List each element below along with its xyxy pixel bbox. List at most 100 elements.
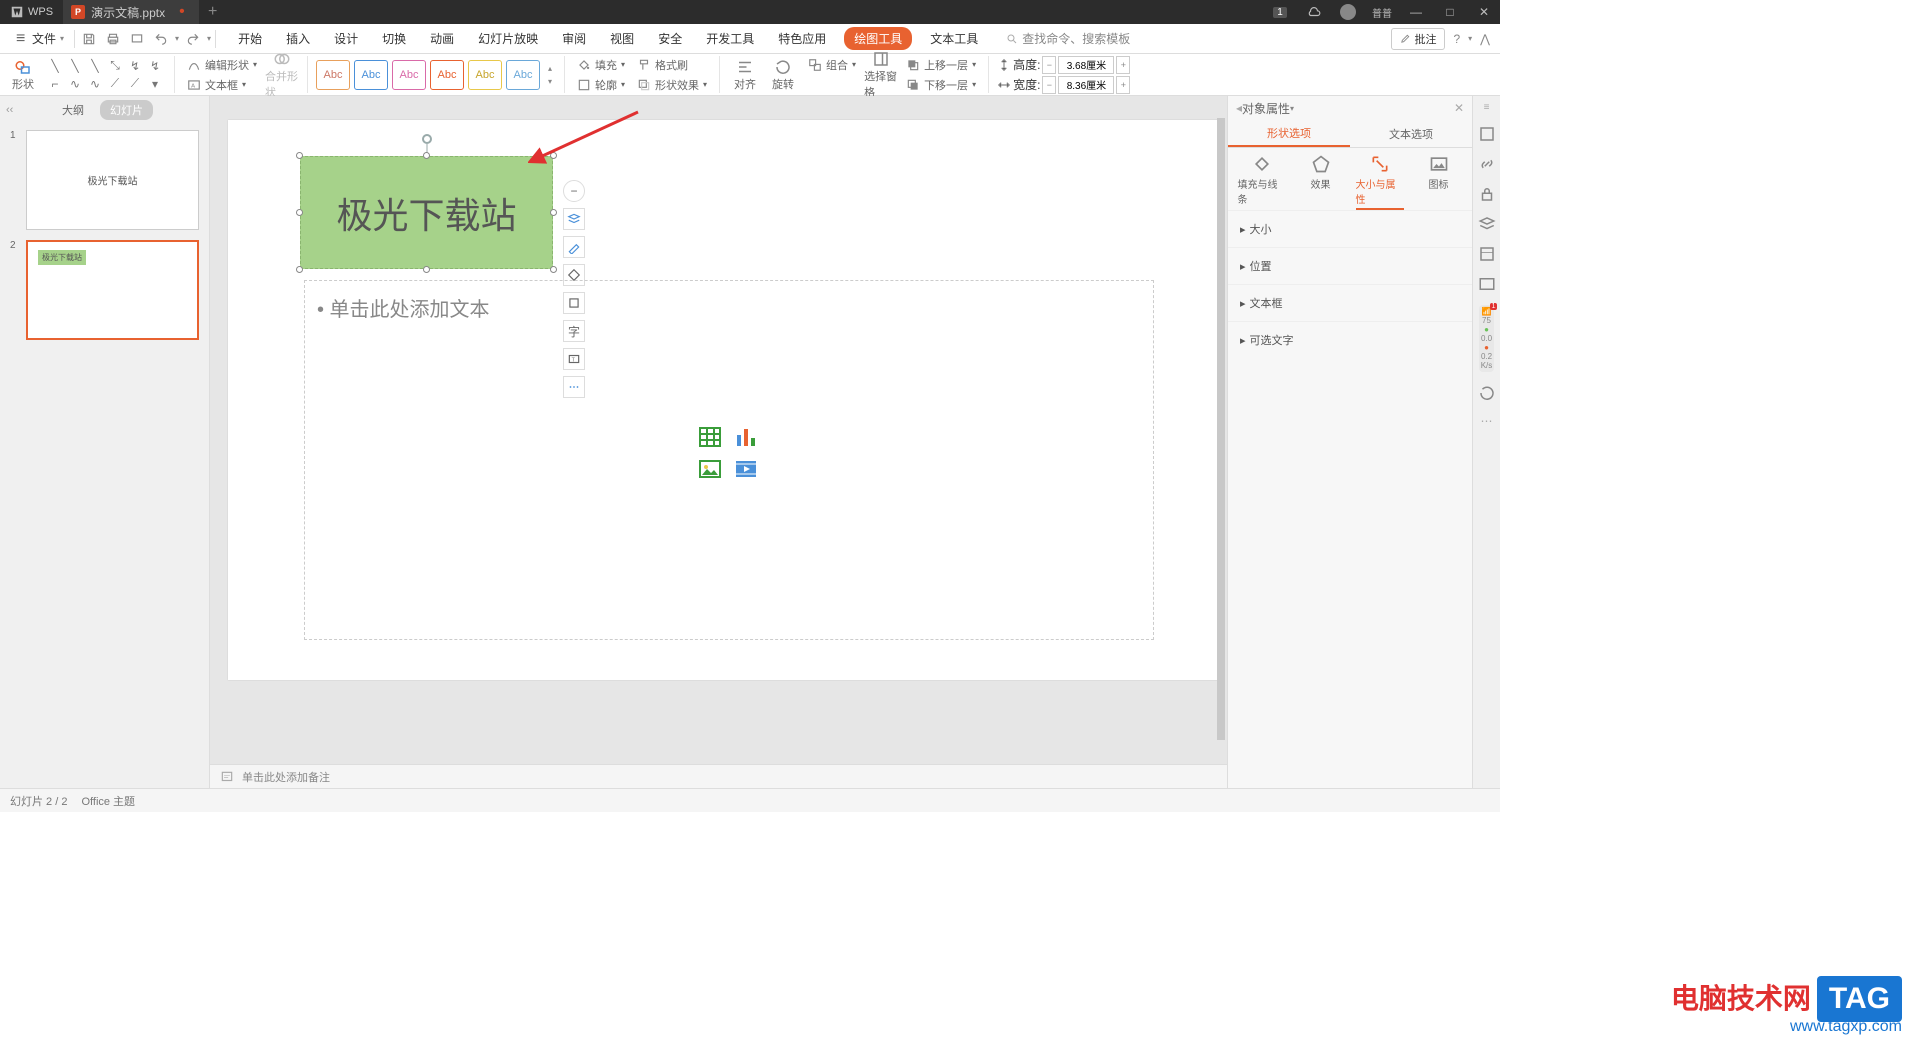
section-textbox[interactable]: ▸文本框 [1228, 284, 1472, 321]
slide[interactable]: 极光下载站 − 字 T [228, 120, 1218, 680]
width-input[interactable] [1058, 76, 1114, 94]
pen-icon[interactable] [563, 236, 585, 258]
shape-options-tab[interactable]: 形状选项 [1228, 120, 1350, 147]
fill-button[interactable]: 填充▾ [573, 56, 629, 74]
line-icon[interactable]: ⟋ [126, 76, 144, 92]
close-button[interactable]: ✕ [1468, 0, 1500, 24]
line-icon[interactable]: ╲ [46, 58, 64, 74]
line-icon[interactable]: ⤡ [106, 58, 124, 74]
align-button[interactable]: 对齐 [728, 58, 762, 92]
user-avatar[interactable] [1332, 0, 1364, 24]
resize-handle[interactable] [296, 152, 303, 159]
increment-button[interactable]: + [1116, 76, 1130, 94]
maximize-button[interactable]: □ [1434, 0, 1466, 24]
line-icon[interactable]: ╲ [86, 58, 104, 74]
tab-developer[interactable]: 开发工具 [700, 27, 760, 50]
tab-security[interactable]: 安全 [652, 27, 688, 50]
tab-drawing-tools[interactable]: 绘图工具 [844, 27, 912, 50]
style-preset[interactable]: Abc [468, 60, 502, 90]
section-position[interactable]: ▸位置 [1228, 247, 1472, 284]
tab-design[interactable]: 设计 [328, 27, 364, 50]
lock-icon[interactable] [1478, 185, 1496, 203]
chevron-down-icon[interactable]: ▾ [175, 34, 179, 43]
more-icon[interactable]: ⋯ [1481, 414, 1493, 428]
resize-handle[interactable] [550, 209, 557, 216]
tab-animation[interactable]: 动画 [424, 27, 460, 50]
annotate-button[interactable]: 批注 [1391, 28, 1445, 50]
height-input[interactable] [1058, 56, 1114, 74]
resize-handle[interactable] [296, 209, 303, 216]
insert-chart-icon[interactable] [733, 425, 759, 449]
outline-tab[interactable]: 大纲 [56, 100, 90, 120]
merge-shapes-button[interactable]: 合并形状 [265, 50, 299, 100]
new-tab-button[interactable]: + [199, 0, 227, 24]
increment-button[interactable]: + [1116, 56, 1130, 74]
qa-redo-button[interactable] [183, 29, 203, 49]
collapse-toolbar-icon[interactable]: − [563, 180, 585, 202]
command-search[interactable]: 查找命令、搜索模板 [1006, 30, 1130, 47]
insert-media-icon[interactable] [733, 457, 759, 481]
gallery-icon[interactable] [1478, 125, 1496, 143]
textbox-button[interactable]: A文本框▾ [183, 76, 261, 94]
cloud-button[interactable] [1298, 0, 1330, 24]
rotate-button[interactable]: 旋转 [766, 58, 800, 92]
style-preset[interactable]: Abc [430, 60, 464, 90]
resize-handle[interactable] [423, 266, 430, 273]
qa-print-button[interactable] [103, 29, 123, 49]
tab-features[interactable]: 特色应用 [772, 27, 832, 50]
line-gallery[interactable]: ╲ ╲ ╲ ⤡ ↯ ↯ ⌐ ∿ ∿ ⟋ ⟋ ▾ [44, 56, 166, 94]
notes-bar[interactable]: 单击此处添加备注 [210, 764, 1227, 788]
collapse-ribbon-button[interactable]: ⋀ [1480, 32, 1490, 46]
content-placeholder[interactable]: • 单击此处添加文本 [304, 280, 1154, 640]
send-backward-button[interactable]: 下移一层▾ [902, 76, 980, 94]
bring-forward-button[interactable]: 上移一层▾ [902, 56, 980, 74]
shape-effects-button[interactable]: 形状效果▾ [633, 76, 711, 94]
link-icon[interactable] [1478, 155, 1496, 173]
insert-picture-icon[interactable] [697, 457, 723, 481]
selection-pane-button[interactable]: 选择窗格 [864, 50, 898, 100]
tab-slideshow[interactable]: 幻灯片放映 [472, 27, 544, 50]
tab-insert[interactable]: 插入 [280, 27, 316, 50]
size-props-subtab[interactable]: 大小与属性 [1356, 154, 1404, 210]
group-button[interactable]: 组合▾ [804, 56, 860, 74]
file-tab[interactable]: P 演示文稿.pptx • [63, 0, 199, 24]
outline-button[interactable]: 轮廓▾ [573, 76, 629, 94]
file-menu[interactable]: 文件 ▾ [10, 30, 70, 48]
help-button[interactable]: ? [1453, 32, 1460, 46]
tab-review[interactable]: 审阅 [556, 27, 592, 50]
tab-text-tools[interactable]: 文本工具 [924, 27, 984, 50]
strip-expand-icon[interactable]: ≡ [1484, 102, 1490, 113]
line-icon[interactable]: ↯ [126, 58, 144, 74]
layers-icon[interactable] [1478, 215, 1496, 233]
line-icon[interactable]: ∿ [86, 76, 104, 92]
network-speed-widget[interactable]: 📶1 75 ● 0.0 ● 0.2 K/s [1479, 305, 1495, 372]
chevron-down-icon[interactable]: ▾ [207, 34, 211, 43]
collapse-panel-icon[interactable]: ‹‹ [6, 104, 13, 116]
format-painter-button[interactable]: 格式刷 [633, 56, 711, 74]
qa-preview-button[interactable] [127, 29, 147, 49]
template-icon[interactable] [1478, 245, 1496, 263]
gallery-expand-icon[interactable]: ▾ [146, 76, 164, 92]
style-preset[interactable]: Abc [506, 60, 540, 90]
title-shape[interactable]: 极光下载站 [300, 156, 553, 269]
canvas-scrollbar[interactable] [1217, 118, 1225, 740]
slides-tab[interactable]: 幻灯片 [100, 100, 153, 120]
insert-shape-button[interactable]: 形状 [6, 58, 40, 92]
style-preset[interactable]: Abc [316, 60, 350, 90]
tab-transition[interactable]: 切换 [376, 27, 412, 50]
app-logo[interactable]: WPS [0, 0, 63, 24]
tab-view[interactable]: 视图 [604, 27, 640, 50]
edit-shape-button[interactable]: 编辑形状▾ [183, 56, 261, 74]
resize-handle[interactable] [423, 152, 430, 159]
qa-save-button[interactable] [79, 29, 99, 49]
style-preset[interactable]: Abc [392, 60, 426, 90]
style-preset[interactable]: Abc [354, 60, 388, 90]
icon-subtab[interactable]: 图标 [1415, 154, 1463, 210]
section-alttext[interactable]: ▸可选文字 [1228, 321, 1472, 358]
username[interactable]: 普普 [1366, 0, 1398, 24]
line-icon[interactable]: ⌐ [46, 76, 64, 92]
resize-handle[interactable] [550, 152, 557, 159]
rotation-handle[interactable] [422, 134, 432, 144]
notification-button[interactable]: 1 [1264, 0, 1296, 24]
text-options-tab[interactable]: 文本选项 [1350, 120, 1472, 147]
